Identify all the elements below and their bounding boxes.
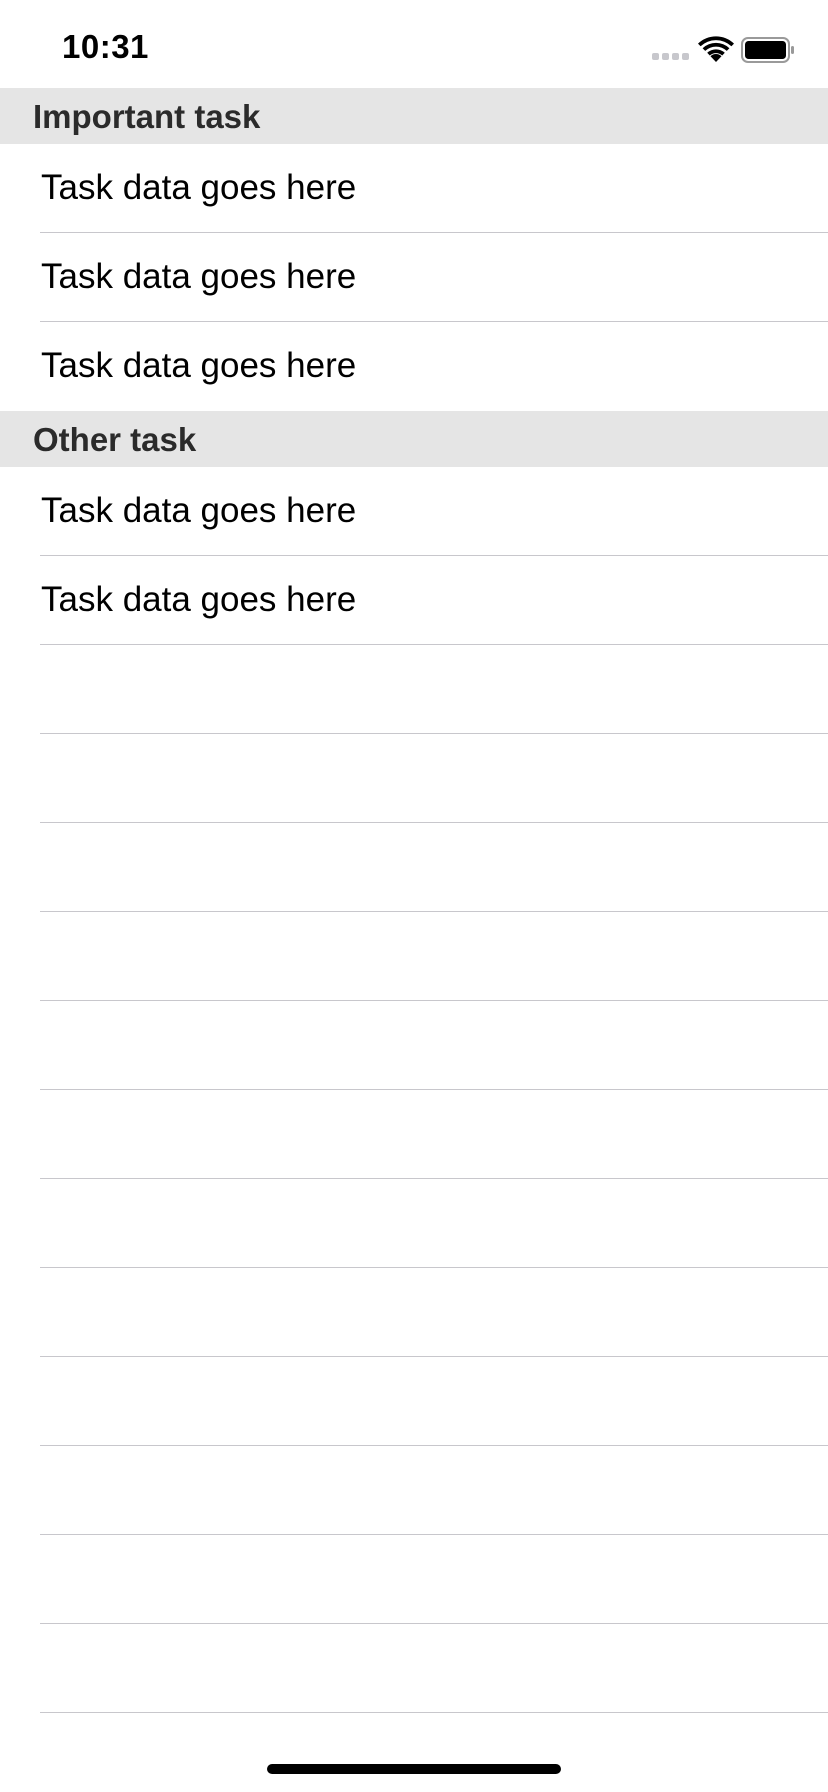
task-label: Task data goes here bbox=[41, 491, 357, 530]
row-separator bbox=[40, 1089, 828, 1090]
row-separator bbox=[40, 1712, 828, 1713]
row-separator bbox=[40, 1534, 828, 1535]
list-item[interactable]: Task data goes here bbox=[0, 467, 828, 556]
list-item[interactable]: Task data goes here bbox=[0, 144, 828, 233]
battery-icon bbox=[741, 37, 794, 63]
list-item[interactable]: Task data goes here bbox=[0, 322, 828, 411]
row-separator bbox=[40, 822, 828, 823]
row-separator bbox=[40, 1623, 828, 1624]
section-title: Other task bbox=[33, 421, 197, 458]
section-header-other: Other task bbox=[0, 411, 828, 467]
section-header-important: Important task bbox=[0, 88, 828, 144]
row-separator bbox=[40, 1178, 828, 1179]
status-bar: 10:31 bbox=[0, 0, 828, 88]
wifi-icon bbox=[698, 36, 734, 62]
list-item[interactable]: Task data goes here bbox=[0, 556, 828, 645]
row-separator bbox=[40, 644, 828, 645]
section-title: Important task bbox=[33, 98, 261, 135]
row-separator bbox=[40, 1000, 828, 1001]
task-list: Important task Task data goes here Task … bbox=[0, 88, 828, 645]
row-separator bbox=[40, 733, 828, 734]
list-item[interactable]: Task data goes here bbox=[0, 233, 828, 322]
task-label: Task data goes here bbox=[41, 580, 357, 619]
row-separator bbox=[40, 1445, 828, 1446]
row-separator bbox=[40, 1267, 828, 1268]
row-separator bbox=[40, 911, 828, 912]
task-label: Task data goes here bbox=[41, 346, 357, 385]
home-indicator[interactable] bbox=[267, 1764, 561, 1774]
cellular-signal-icon bbox=[652, 53, 692, 61]
task-label: Task data goes here bbox=[41, 168, 357, 207]
task-label: Task data goes here bbox=[41, 257, 357, 296]
row-separator bbox=[40, 1356, 828, 1357]
status-time: 10:31 bbox=[62, 28, 149, 65]
